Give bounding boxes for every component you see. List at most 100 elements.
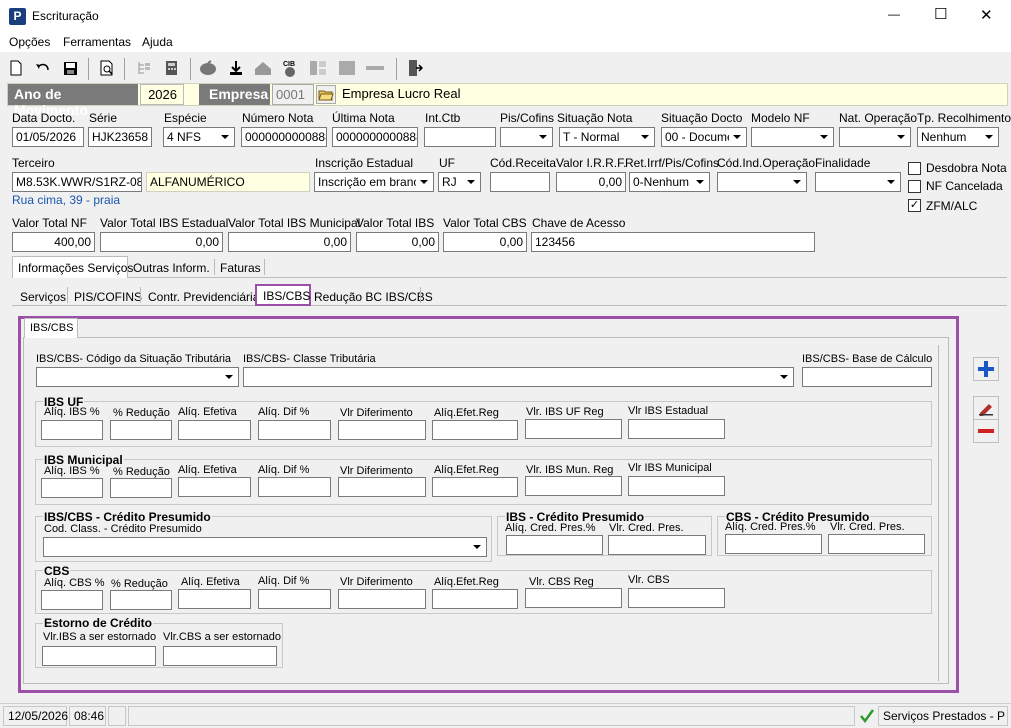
valor-total-ibs-field[interactable]: 0,00: [356, 232, 439, 252]
ibs-mun-reducao-field[interactable]: [110, 478, 172, 498]
chevron-down-icon[interactable]: [729, 129, 745, 145]
uf-select[interactable]: RJ: [438, 172, 481, 192]
cbs-reducao-field[interactable]: [110, 590, 172, 610]
chevron-down-icon[interactable]: [776, 369, 792, 385]
empresa-code-field[interactable]: 0001: [272, 84, 314, 105]
nf-cancelada-checkbox[interactable]: [908, 180, 921, 193]
open-folder-icon[interactable]: [316, 85, 336, 104]
situacao-docto-select[interactable]: 00 - Documer: [661, 127, 747, 147]
menu-ajuda[interactable]: Ajuda: [142, 35, 173, 49]
maximize-button[interactable]: ☐: [934, 5, 947, 23]
chevron-down-icon[interactable]: [816, 129, 832, 145]
terceiro-code-field[interactable]: M8.53K.WWR/S1RZ-08: [12, 172, 142, 192]
new-doc-icon[interactable]: [6, 58, 26, 78]
ibs-mun-aliq-dif-field[interactable]: [258, 477, 331, 497]
ibs-mun-vlr-reg-field[interactable]: [525, 476, 622, 496]
situacao-nota-select[interactable]: T - Normal: [559, 127, 655, 147]
finalidade-select[interactable]: [815, 172, 901, 192]
ibs-mun-vlr-diferimento-field[interactable]: [338, 477, 426, 497]
chevron-down-icon[interactable]: [692, 174, 708, 190]
menu-opcoes[interactable]: Opções: [9, 35, 50, 49]
int-ctb-field[interactable]: [424, 127, 496, 147]
ibs-uf-aliq-field[interactable]: [41, 420, 103, 440]
ibs-uf-vlr-reg-field[interactable]: [525, 419, 622, 439]
ibs-uf-aliq-efet-reg-field[interactable]: [432, 420, 518, 440]
pis-cofins-select[interactable]: [500, 127, 553, 147]
chave-acesso-field[interactable]: 123456: [531, 232, 815, 252]
numero-nota-field[interactable]: 0000000000888: [241, 127, 327, 147]
classe-select[interactable]: [243, 367, 794, 387]
print-preview-icon[interactable]: [97, 58, 117, 78]
ret-irrf-select[interactable]: 0-Nenhum: [629, 172, 710, 192]
ibs-cred-vlr-field[interactable]: [608, 535, 706, 555]
menu-ferramentas[interactable]: Ferramentas: [63, 35, 131, 49]
house-icon[interactable]: [253, 58, 273, 78]
ibs-uf-reducao-field[interactable]: [110, 420, 172, 440]
delete-button[interactable]: [973, 419, 999, 443]
apple-icon[interactable]: [198, 58, 218, 78]
cbs-vlr-field[interactable]: [628, 588, 725, 608]
cbs-vlr-reg-field[interactable]: [525, 588, 622, 608]
especie-select[interactable]: 4 NFS: [163, 127, 235, 147]
chevron-down-icon[interactable]: [883, 174, 899, 190]
ibs-uf-aliq-dif-field[interactable]: [258, 420, 331, 440]
cib-icon[interactable]: CIB: [280, 58, 300, 78]
undo-icon[interactable]: [33, 58, 53, 78]
cod-receita-field[interactable]: [490, 172, 550, 192]
cbs-cred-vlr-field[interactable]: [828, 534, 925, 554]
ultima-nota-field[interactable]: 0000000000888: [332, 127, 418, 147]
chevron-down-icon[interactable]: [535, 129, 551, 145]
ibs-mun-vlr-municipal-field[interactable]: [628, 476, 725, 496]
chevron-down-icon[interactable]: [463, 174, 479, 190]
chevron-down-icon[interactable]: [637, 129, 653, 145]
add-button[interactable]: [973, 357, 999, 381]
cbs-aliq-dif-field[interactable]: [258, 589, 331, 609]
ibs-cred-aliq-field[interactable]: [506, 535, 603, 555]
calculator-icon[interactable]: [162, 58, 182, 78]
tab-outras-inform[interactable]: Outras Inform.: [133, 261, 210, 275]
cst-select[interactable]: [36, 367, 239, 387]
tp-recolhimento-select[interactable]: Nenhum: [917, 127, 999, 147]
valor-irrf-field[interactable]: 0,00: [556, 172, 626, 192]
exit-icon[interactable]: [405, 58, 425, 78]
nat-operacao-select[interactable]: [839, 127, 911, 147]
cbs-aliq-efetiva-field[interactable]: [178, 589, 251, 609]
chevron-down-icon[interactable]: [416, 174, 432, 190]
cbs-cred-aliq-field[interactable]: [725, 534, 822, 554]
tab-reducao-bc[interactable]: Redução BC IBS/CBS: [314, 290, 433, 304]
tab-servicos[interactable]: Serviços: [20, 290, 66, 304]
zfm-alc-checkbox[interactable]: ✓: [908, 199, 921, 212]
cod-class-credito-select[interactable]: [43, 537, 487, 557]
estorno-cbs-field[interactable]: [163, 646, 277, 666]
panel-icon[interactable]: [308, 58, 328, 78]
save-icon[interactable]: [60, 58, 80, 78]
cbs-vlr-diferimento-field[interactable]: [338, 589, 426, 609]
chevron-down-icon[interactable]: [789, 174, 805, 190]
chevron-down-icon[interactable]: [469, 539, 485, 555]
ano-field[interactable]: 2026: [140, 84, 184, 105]
ibs-uf-vlr-estadual-field[interactable]: [628, 419, 725, 439]
minimize-button[interactable]: —: [888, 7, 900, 21]
valor-total-nf-field[interactable]: 400,00: [12, 232, 95, 252]
inscricao-estadual-select[interactable]: Inscrição em branco: [314, 172, 434, 192]
chevron-down-icon[interactable]: [981, 129, 997, 145]
ibs-uf-aliq-efetiva-field[interactable]: [178, 420, 251, 440]
ibs-uf-vlr-diferimento-field[interactable]: [338, 420, 426, 440]
desdobra-nota-checkbox[interactable]: [908, 162, 921, 175]
download-icon[interactable]: [226, 58, 246, 78]
ibs-mun-aliq-field[interactable]: [41, 478, 103, 498]
block-icon[interactable]: [337, 58, 357, 78]
valor-total-ibs-municipal-field[interactable]: 0,00: [228, 232, 351, 252]
minus-bar-icon[interactable]: [365, 58, 385, 78]
base-calculo-field[interactable]: [802, 367, 932, 387]
estorno-ibs-field[interactable]: [42, 646, 156, 666]
ibs-mun-aliq-efet-reg-field[interactable]: [432, 477, 518, 497]
data-docto-field[interactable]: 01/05/2026: [12, 127, 84, 147]
modelo-nf-select[interactable]: [751, 127, 834, 147]
cbs-aliq-efet-reg-field[interactable]: [432, 589, 518, 609]
serie-field[interactable]: HJK23658: [88, 127, 152, 147]
cbs-aliq-field[interactable]: [41, 590, 103, 610]
valor-total-cbs-field[interactable]: 0,00: [443, 232, 527, 252]
tab-faturas[interactable]: Faturas: [220, 261, 261, 275]
edit-button[interactable]: [973, 396, 999, 420]
